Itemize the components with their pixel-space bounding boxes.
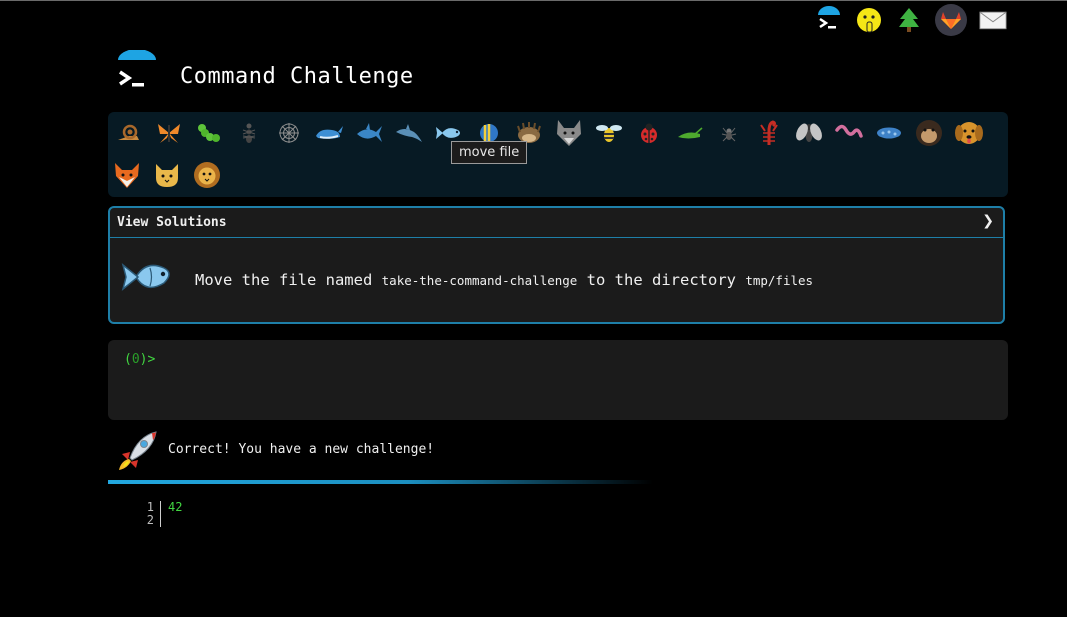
worm-icon[interactable] xyxy=(834,118,864,148)
shushing-face-icon[interactable] xyxy=(855,4,883,36)
ladybug-icon[interactable] xyxy=(634,118,664,148)
mail-icon[interactable] xyxy=(979,4,1007,36)
shark-icon[interactable] xyxy=(354,118,384,148)
terminal-input[interactable]: (0)> xyxy=(108,340,1008,420)
prompt-open: ( xyxy=(124,352,132,367)
snail-icon[interactable] xyxy=(114,118,144,148)
spider-web-icon[interactable] xyxy=(274,118,304,148)
fox-icon[interactable] xyxy=(112,160,142,190)
view-solutions-toggle[interactable]: View Solutions ❯ xyxy=(110,208,1003,238)
desc-dirname: tmp/files xyxy=(745,273,814,288)
cat-icon[interactable] xyxy=(152,160,182,190)
gitlab-icon[interactable] xyxy=(935,4,967,36)
challenge-card: View Solutions ❯ Move the file named tak… xyxy=(108,206,1005,324)
scorpion-icon[interactable] xyxy=(754,118,784,148)
success-message: Correct! You have a new challenge! xyxy=(168,442,435,457)
desc-filename: take-the-command-challenge xyxy=(381,273,578,288)
microbe-icon[interactable] xyxy=(874,118,904,148)
challenge-bar xyxy=(108,112,1008,197)
top-nav xyxy=(815,4,1007,36)
rocket-icon xyxy=(119,431,157,470)
desc-text-1: Move the file named xyxy=(195,271,373,289)
progress-bar xyxy=(108,480,653,484)
fly-icon[interactable] xyxy=(794,118,824,148)
dog-icon[interactable] xyxy=(954,118,984,148)
terminal-prompt: (0)> xyxy=(124,352,155,367)
terminal-prompt-icon xyxy=(118,50,156,87)
top-divider xyxy=(0,0,1067,1)
butterfly-icon[interactable] xyxy=(154,118,184,148)
page-title: Command Challenge xyxy=(180,64,414,89)
cricket-icon[interactable] xyxy=(674,118,704,148)
terminal-icon[interactable] xyxy=(815,4,843,36)
prompt-close: )> xyxy=(139,352,156,367)
chevron-right-icon: ❯ xyxy=(982,213,994,229)
whale-icon[interactable] xyxy=(314,118,344,148)
prompt-count: 0 xyxy=(131,352,140,367)
ant-icon[interactable] xyxy=(234,118,264,148)
lion-icon[interactable] xyxy=(192,160,222,190)
desc-text-2: to the directory xyxy=(586,271,736,289)
line-number: 2 xyxy=(146,513,154,527)
caterpillar-icon[interactable] xyxy=(194,118,224,148)
line-numbers: 1 2 xyxy=(140,501,161,527)
output-line: 42 xyxy=(168,500,183,514)
tree-icon[interactable] xyxy=(895,4,923,36)
view-solutions-label: View Solutions xyxy=(117,215,227,230)
gorilla-icon[interactable] xyxy=(914,118,944,148)
bee-icon[interactable] xyxy=(594,118,624,148)
wolf-icon[interactable] xyxy=(554,118,584,148)
challenge-description: Move the file named take-the-command-cha… xyxy=(195,271,813,289)
command-output: 42 xyxy=(168,501,182,514)
spider-icon[interactable] xyxy=(714,118,744,148)
fish-icon xyxy=(121,263,170,291)
dolphin-icon[interactable] xyxy=(394,118,424,148)
challenge-tooltip: move file xyxy=(451,141,528,164)
